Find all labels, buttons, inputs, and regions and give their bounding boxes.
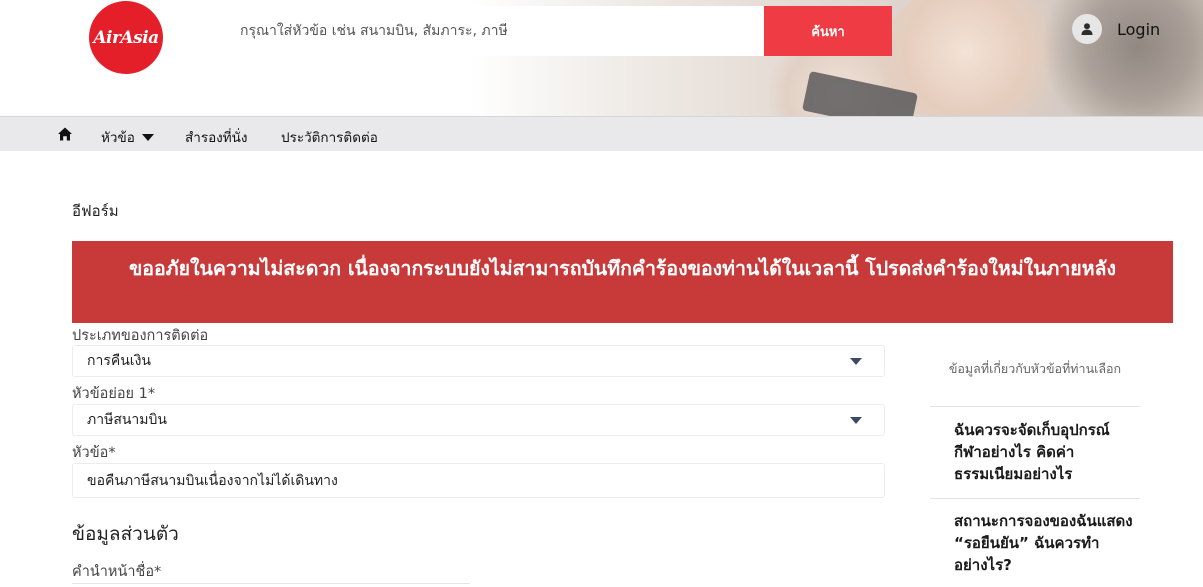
- subtopic-select[interactable]: ภาษีสนามบิน: [72, 404, 885, 436]
- related-info-heading: ข้อมูลที่เกี่ยวกับหัวข้อที่ท่านเลือก: [948, 361, 1122, 376]
- nav-seat-reservation[interactable]: สำรองที่นั่ง: [185, 126, 248, 148]
- home-icon[interactable]: [57, 126, 73, 142]
- subtopic-value: ภาษีสนามบิน: [87, 412, 167, 428]
- sidebar-divider: [930, 406, 1140, 407]
- caret-down-icon: [141, 133, 154, 141]
- search-button[interactable]: ค้นหา: [764, 6, 892, 56]
- main-nav: หัวข้อ สำรองที่นั่ง ประวัติการติดต่อ: [0, 116, 1203, 151]
- site-header: AirAsia ค้นหา Login: [0, 0, 1203, 116]
- related-article-link[interactable]: ฉันควรจะจัดเก็บอุปกรณ์กีฬาอย่างไร คิดค่า…: [954, 419, 1134, 485]
- nav-topics-dropdown[interactable]: หัวข้อ: [101, 126, 154, 148]
- subject-label: หัวข้อ*: [72, 445, 116, 461]
- nav-contact-history[interactable]: ประวัติการติดต่อ: [281, 126, 378, 148]
- caret-down-icon: [850, 417, 862, 424]
- caret-down-icon: [850, 358, 862, 365]
- error-banner: ขออภัยในความไม่สะดวก เนื่องจากระบบยังไม่…: [72, 241, 1173, 323]
- subtopic-label: หัวข้อย่อย 1*: [72, 386, 156, 402]
- contact-type-select[interactable]: การคืนเงิน: [72, 345, 885, 377]
- title-prefix-label: คำนำหน้าชื่อ*: [72, 564, 162, 580]
- title-prefix-select[interactable]: [72, 583, 470, 587]
- sidebar-divider: [930, 498, 1140, 499]
- airasia-logo[interactable]: AirAsia: [89, 1, 163, 74]
- related-article-link[interactable]: สถานะการจองของฉันแสดง “รอยืนยัน” ฉันควรท…: [954, 510, 1134, 576]
- login-area[interactable]: Login: [1072, 14, 1160, 44]
- search-bar: ค้นหา: [226, 6, 892, 56]
- subject-input[interactable]: ขอคืนภาษีสนามบินเนื่องจากไม่ได้เดินทาง: [72, 463, 885, 498]
- personal-info-heading: ข้อมูลส่วนตัว: [72, 523, 179, 545]
- page-title: อีฟอร์ม: [72, 202, 119, 220]
- logo-text: AirAsia: [93, 27, 159, 48]
- search-input[interactable]: [226, 6, 764, 56]
- contact-type-value: การคืนเงิน: [87, 353, 151, 369]
- nav-topics-label: หัวข้อ: [101, 130, 135, 146]
- login-link[interactable]: Login: [1117, 20, 1160, 39]
- subject-value: ขอคืนภาษีสนามบินเนื่องจากไม่ได้เดินทาง: [87, 472, 338, 489]
- user-icon[interactable]: [1072, 14, 1102, 44]
- contact-type-label: ประเภทของการติดต่อ: [72, 328, 209, 344]
